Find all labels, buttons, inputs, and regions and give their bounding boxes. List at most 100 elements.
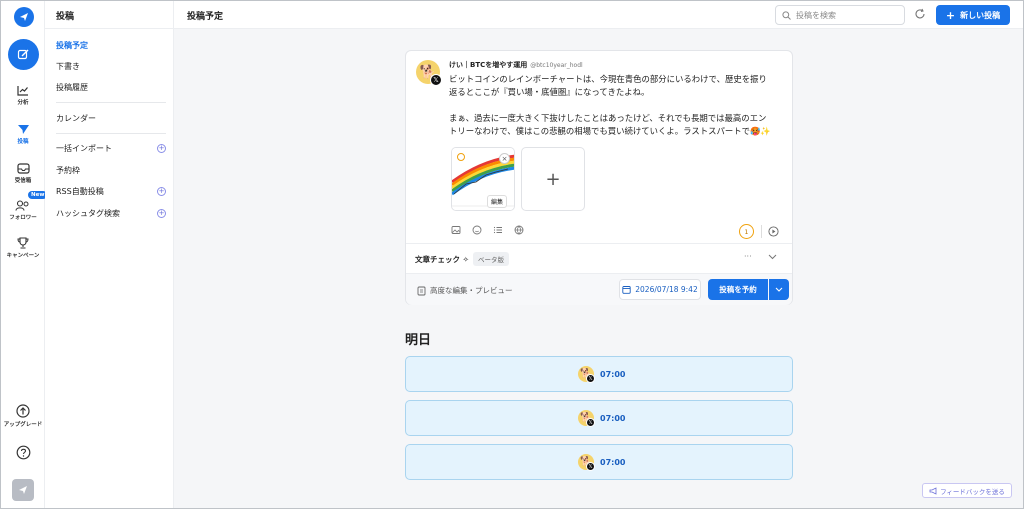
sparkle-icon: ✧: [462, 255, 469, 264]
trophy-icon: [17, 237, 29, 249]
new-post-label: 新しい投稿: [960, 10, 1001, 20]
emoji-icon[interactable]: [472, 225, 482, 235]
help-button[interactable]: [1, 445, 45, 460]
time-slot[interactable]: 🐕 𝕏 07:00: [405, 400, 793, 436]
attached-image[interactable]: × 編集: [451, 147, 515, 211]
side-item-calendar[interactable]: カレンダー: [56, 113, 166, 124]
composer-footer: 高度な編集・プレビュー 2026/07/18 9:42 投稿を予約: [406, 273, 792, 305]
x-logo-icon: 𝕏: [430, 74, 442, 86]
post-card: 🐕 𝕏 けい｜BTCを増やす運用 @btc10year_hodl ビットコインのレ…: [405, 50, 793, 305]
text-check-label: 文章チェック ✧: [415, 254, 469, 265]
inbox-icon: [16, 163, 30, 174]
feedback-label: フィードバックを送る: [940, 487, 1005, 496]
x-logo-icon: 𝕏: [586, 374, 595, 383]
side-item-label: ハッシュタグ検索: [56, 209, 120, 218]
compose-button[interactable]: [8, 39, 39, 70]
side-item-label: 予約枠: [56, 166, 80, 175]
warning-icon: [457, 153, 465, 161]
rail-item-inbox[interactable]: 受信箱: [1, 163, 45, 184]
refresh-icon[interactable]: [914, 8, 926, 20]
new-post-button[interactable]: + 新しい投稿: [936, 5, 1010, 25]
send-icon: [17, 125, 29, 134]
side-item-label: RSS自動投稿: [56, 187, 104, 196]
post-line: トリーなわけで、僕はこの悲観の相場でも買い続けていくよ。ラストスパートで🥵✨: [449, 126, 771, 136]
rail-label: フォロワー: [9, 215, 37, 221]
side-item-scheduled[interactable]: 投稿予定: [56, 40, 166, 51]
post-line: ビットコインのレインボーチャートは、今現在青色の部分にいるわけで、歴史を振り: [449, 74, 767, 84]
side-item-slots[interactable]: 予約枠: [56, 165, 166, 176]
globe-icon[interactable]: [514, 225, 524, 235]
play-icon[interactable]: [768, 226, 779, 237]
advanced-edit-label: 高度な編集・プレビュー: [430, 286, 513, 295]
side-item-hashtag[interactable]: ハッシュタグ検索 +: [56, 208, 166, 219]
top-bar: 投稿予定 投稿を検索 + 新しい投稿: [174, 1, 1023, 29]
x-logo-icon: 𝕏: [586, 462, 595, 471]
add-image-button[interactable]: +: [521, 147, 585, 211]
search-placeholder: 投稿を検索: [796, 10, 836, 20]
add-icon[interactable]: +: [157, 209, 166, 218]
time-slot[interactable]: 🐕 𝕏 07:00: [405, 356, 793, 392]
followers-icon: [15, 200, 29, 211]
time-slot[interactable]: 🐕 𝕏 07:00: [405, 444, 793, 480]
schedule-post-button[interactable]: 投稿を予約: [708, 279, 768, 300]
advanced-edit-link[interactable]: 高度な編集・プレビュー: [417, 285, 513, 296]
author-line: けい｜BTCを増やす運用 @btc10year_hodl: [449, 60, 583, 70]
add-icon[interactable]: +: [157, 144, 166, 153]
slot-time: 07:00: [600, 457, 626, 467]
app-logo-icon[interactable]: [14, 7, 34, 27]
remove-image-icon[interactable]: ×: [499, 153, 510, 164]
divider: [56, 133, 166, 134]
page-title: 投稿予定: [187, 12, 224, 22]
side-item-label: 下書き: [56, 62, 80, 71]
post-line: まぁ、過去に一度大きく下抜けしたことはあったけど、それでも長期では最高のエン: [449, 113, 767, 123]
side-item-history[interactable]: 投稿履歴: [56, 82, 166, 93]
rail-label: キャンペーン: [6, 253, 40, 259]
megaphone-icon: [929, 486, 937, 495]
schedule-date-picker[interactable]: 2026/07/18 9:42: [619, 279, 701, 300]
chart-line-icon: [17, 86, 28, 96]
account-avatar: 🐕 𝕏: [578, 410, 595, 427]
author-name: けい｜BTCを増やす運用: [449, 61, 528, 69]
more-options-icon[interactable]: ···: [744, 252, 752, 261]
side-item-rss[interactable]: RSS自動投稿 +: [56, 186, 166, 197]
icon-rail: 分析 投稿 受信箱 New フォロワー キャンペーン アップグレード: [1, 1, 48, 508]
schedule-date-value: 2026/07/18 9:42: [635, 285, 698, 294]
tomorrow-heading: 明日: [405, 333, 432, 348]
slot-time: 07:00: [600, 413, 626, 423]
slot-time: 07:00: [600, 369, 626, 379]
account-avatar: 🐕 𝕏: [578, 366, 595, 383]
list-icon[interactable]: [493, 225, 503, 235]
side-item-label: 投稿履歴: [56, 83, 88, 92]
side-item-label: 一括インポート: [56, 144, 112, 153]
image-edit-button[interactable]: 編集: [487, 195, 508, 208]
rail-item-campaign[interactable]: キャンペーン: [1, 237, 45, 259]
rail-label: 分析: [17, 100, 29, 106]
x-logo-icon: 𝕏: [586, 418, 595, 427]
schedule-options-button[interactable]: [769, 279, 789, 300]
side-item-drafts[interactable]: 下書き: [56, 61, 166, 72]
search-input[interactable]: 投稿を検索: [775, 5, 905, 25]
rail-item-followers[interactable]: フォロワー: [1, 200, 45, 221]
rail-label: 投稿: [17, 139, 29, 145]
chevron-down-icon: [775, 287, 783, 292]
rail-item-upgrade[interactable]: アップグレード: [1, 404, 45, 428]
user-avatar[interactable]: [12, 479, 34, 501]
rail-label: アップグレード: [3, 422, 43, 428]
side-item-bulk-import[interactable]: 一括インポート +: [56, 143, 166, 154]
divider: [56, 102, 166, 103]
feedback-button[interactable]: フィードバックを送る: [922, 483, 1012, 498]
composer-toolbar: [451, 225, 524, 235]
side-item-label: カレンダー: [56, 114, 96, 123]
image-icon[interactable]: [451, 225, 461, 235]
document-icon: [417, 286, 426, 295]
text-check-row[interactable]: 文章チェック ✧ ベータ版 ···: [406, 243, 792, 273]
rail-item-posts[interactable]: 投稿: [1, 124, 45, 145]
upgrade-icon: [16, 404, 30, 418]
rail-item-analytics[interactable]: 分析: [1, 85, 45, 106]
post-text[interactable]: ビットコインのレインボーチャートは、今現在青色の部分にいるわけで、歴史を振り 返…: [449, 73, 784, 138]
chevron-down-icon[interactable]: [768, 254, 777, 260]
char-counter: 1: [739, 224, 754, 239]
add-icon[interactable]: +: [157, 187, 166, 196]
post-line: 返るとここが『買い場・底値圏』になってきたよね。: [449, 87, 650, 97]
help-icon: [16, 445, 30, 460]
